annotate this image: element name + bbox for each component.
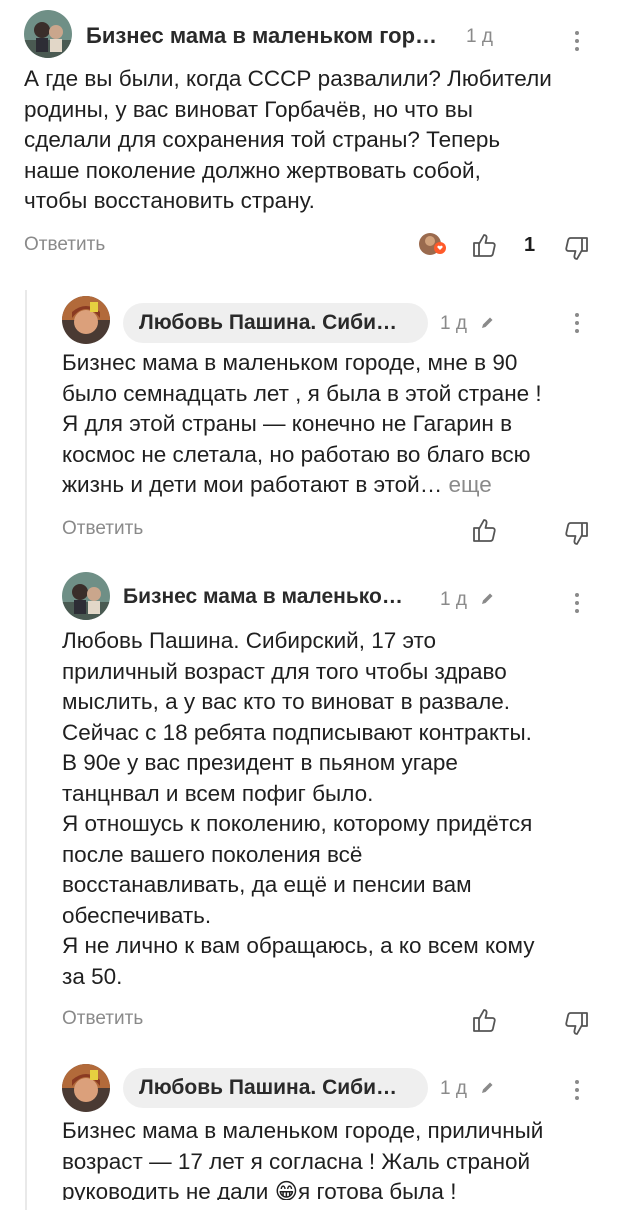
like-icon[interactable]: [471, 232, 497, 258]
dislike-icon[interactable]: [564, 521, 590, 547]
avatar[interactable]: [62, 572, 110, 620]
author-name[interactable]: Бизнес мама в маленьком гор…: [86, 23, 454, 49]
comment-actions: Ответить: [0, 1002, 625, 1042]
comment-header: Любовь Пашина. Сиби… 1 д: [0, 1062, 625, 1118]
author-name[interactable]: Любовь Пашина. Сиби…: [123, 1068, 428, 1108]
more-icon[interactable]: [574, 593, 580, 615]
comment-time: 1 д: [466, 26, 493, 47]
reply-comment: Любовь Пашина. Сиби… 1 д Бизнес мама в м…: [0, 290, 625, 560]
comment-text: Бизнес мама в маленьком городе, приличны…: [62, 1118, 544, 1200]
author-name[interactable]: Бизнес мама в маленько…: [123, 585, 428, 609]
avatar[interactable]: [24, 10, 72, 58]
comment-header: Бизнес мама в маленько… 1 д: [0, 568, 625, 624]
comment-text: А где вы были, когда СССР развалили? Люб…: [24, 66, 552, 213]
comment-text: Любовь Пашина. Сибирский, 17 это приличн…: [62, 628, 535, 989]
avatar[interactable]: [62, 296, 110, 344]
reply-button[interactable]: Ответить: [24, 234, 105, 256]
comment-header: Бизнес мама в маленьком гор… 1 д: [0, 6, 625, 62]
expand-link[interactable]: еще: [449, 472, 492, 497]
dislike-icon[interactable]: [564, 1011, 590, 1037]
reply-comment: Бизнес мама в маленько… 1 д Любовь Пашин…: [0, 560, 625, 1060]
comment-actions: Ответить: [0, 512, 625, 552]
comment-time: 1 д: [440, 313, 467, 334]
reply-button[interactable]: Ответить: [62, 518, 143, 540]
like-icon[interactable]: [471, 1007, 497, 1033]
comment: Бизнес мама в маленьком гор… 1 д А где в…: [0, 0, 625, 290]
more-icon[interactable]: [574, 1080, 580, 1102]
comment-header: Любовь Пашина. Сиби… 1 д: [0, 294, 625, 350]
comment-text: Бизнес мама в маленьком городе, мне в 90…: [62, 348, 607, 501]
comment-time: 1 д: [440, 1078, 467, 1099]
comment-time: 1 д: [440, 589, 467, 610]
reactor-avatars[interactable]: [418, 232, 446, 256]
reply-button[interactable]: Ответить: [62, 1008, 143, 1030]
more-icon[interactable]: [574, 31, 580, 53]
comment-actions: Ответить 1: [0, 226, 625, 266]
edited-icon: [482, 317, 493, 328]
avatar[interactable]: [62, 1064, 110, 1112]
edited-icon: [482, 1082, 493, 1093]
more-icon[interactable]: [574, 313, 580, 335]
like-count: 1: [524, 234, 536, 256]
edited-icon: [482, 593, 493, 604]
dislike-icon[interactable]: [564, 236, 590, 262]
like-icon[interactable]: [471, 517, 497, 543]
author-name[interactable]: Любовь Пашина. Сиби…: [123, 303, 428, 343]
reply-comment: Любовь Пашина. Сиби… 1 д Бизнес мама в м…: [0, 1060, 625, 1200]
